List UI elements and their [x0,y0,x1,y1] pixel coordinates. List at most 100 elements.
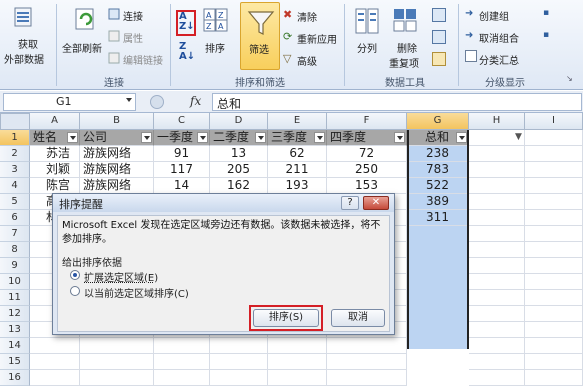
empty-cell[interactable] [30,354,80,370]
show-detail-icon[interactable]: ▪ [543,8,549,18]
row-header[interactable]: 9 [0,258,30,274]
empty-cell[interactable] [268,370,327,386]
row-header[interactable]: 11 [0,290,30,306]
column-header-d[interactable]: D [210,113,268,130]
column-header-g[interactable]: G [407,113,469,130]
empty-cell[interactable] [268,338,327,354]
sort-descending-icon[interactable]: Z A↓ [179,42,195,62]
name-box-dropdown-icon[interactable] [126,98,132,102]
column-header-i[interactable]: I [525,113,583,130]
sort-ascending-icon[interactable]: A Z↓ [179,12,195,32]
get-external-data-button[interactable]: 获取 外部数据 [4,36,44,66]
empty-cell[interactable] [525,370,583,386]
filter-dropdown-icon[interactable] [197,132,208,143]
refresh-all-button[interactable]: 全部刷新 [62,40,102,55]
table-cell[interactable]: 250 [327,162,407,178]
empty-cell[interactable] [525,354,583,370]
table-cell[interactable]: 14 [154,178,210,194]
filter-button[interactable]: 筛选 [240,2,280,70]
empty-cell[interactable] [80,370,154,386]
empty-cell[interactable] [525,290,583,306]
row-header[interactable]: 6 [0,210,30,226]
empty-cell[interactable] [327,370,407,386]
data-validation-icon[interactable] [432,8,446,22]
header-cell[interactable]: 姓名 [30,130,80,146]
column-header-b[interactable]: B [80,113,154,130]
empty-cell[interactable] [525,178,583,194]
what-if-icon[interactable] [432,52,446,66]
reapply-button[interactable]: 重新应用 [297,31,337,46]
row-header[interactable]: 14 [0,338,30,354]
empty-cell[interactable] [525,130,583,146]
empty-cell[interactable] [469,146,525,162]
hide-detail-icon[interactable]: ▪ [543,30,549,40]
empty-cell[interactable] [469,290,525,306]
advanced-button[interactable]: 高级 [297,53,317,68]
empty-cell[interactable] [80,338,154,354]
empty-cell[interactable] [525,162,583,178]
empty-cell[interactable] [30,338,80,354]
empty-cell[interactable] [469,258,525,274]
header-cell[interactable]: 二季度 [210,130,268,146]
empty-cell[interactable] [469,162,525,178]
empty-cell[interactable] [469,226,525,242]
table-cell[interactable]: 游族网络 [80,178,154,194]
empty-cell[interactable] [525,338,583,354]
table-cell[interactable]: 205 [210,162,268,178]
empty-cell[interactable] [469,210,525,226]
formula-bar-expand-icon[interactable] [150,95,164,109]
empty-cell[interactable] [469,130,525,146]
expand-selection-radio[interactable] [70,270,80,280]
properties-button[interactable]: 属性 [123,30,143,45]
row-header[interactable]: 1 [0,130,30,146]
empty-cell[interactable] [469,274,525,290]
close-button[interactable]: ✕ [363,196,389,210]
empty-cell[interactable] [469,242,525,258]
clear-button[interactable]: 清除 [297,9,317,24]
empty-cell[interactable] [327,338,407,354]
empty-cell[interactable] [469,354,525,370]
table-cell[interactable]: 153 [327,178,407,194]
empty-cell[interactable] [525,210,583,226]
empty-cell[interactable] [469,322,525,338]
table-cell[interactable]: 陈宫 [30,178,80,194]
table-cell[interactable]: 苏洁 [30,146,80,162]
header-cell[interactable]: 三季度 [268,130,327,146]
help-button[interactable]: ? [341,196,359,210]
row-header[interactable]: 13 [0,322,30,338]
empty-cell[interactable] [525,226,583,242]
header-cell[interactable]: 四季度 [327,130,407,146]
empty-cell[interactable] [469,338,525,354]
group-button[interactable]: 创建组 [479,8,509,23]
table-cell[interactable]: 91 [154,146,210,162]
empty-cell[interactable] [30,370,80,386]
empty-cell[interactable] [469,194,525,210]
connections-button[interactable]: 连接 [123,8,143,23]
table-cell[interactable]: 62 [268,146,327,162]
subtotal-button[interactable]: 分类汇总 [479,52,519,67]
table-cell[interactable]: 117 [154,162,210,178]
empty-cell[interactable] [80,354,154,370]
row-header[interactable]: 12 [0,306,30,322]
edit-links-button[interactable]: 编辑链接 [123,52,163,67]
row-header[interactable]: 15 [0,354,30,370]
row-header[interactable]: 10 [0,274,30,290]
ungroup-button[interactable]: 取消组合 [479,30,519,45]
text-to-columns-button[interactable]: 分列 [357,40,377,55]
table-cell[interactable]: 游族网络 [80,146,154,162]
column-header-a[interactable]: A [30,113,80,130]
empty-cell[interactable] [525,322,583,338]
sort-button[interactable]: 排序 [205,40,225,55]
empty-cell[interactable] [154,338,210,354]
column-header-h[interactable]: H [469,113,525,130]
consolidate-icon[interactable] [432,30,446,44]
table-cell[interactable]: 193 [268,178,327,194]
cancel-button[interactable]: 取消 [331,309,385,327]
empty-cell[interactable] [210,354,268,370]
row-header[interactable]: 16 [0,370,30,386]
name-box[interactable]: G1 [3,93,136,111]
filter-dropdown-icon[interactable] [255,132,266,143]
row-header[interactable]: 5 [0,194,30,210]
empty-cell[interactable] [525,242,583,258]
column-header-f[interactable]: F [327,113,407,130]
